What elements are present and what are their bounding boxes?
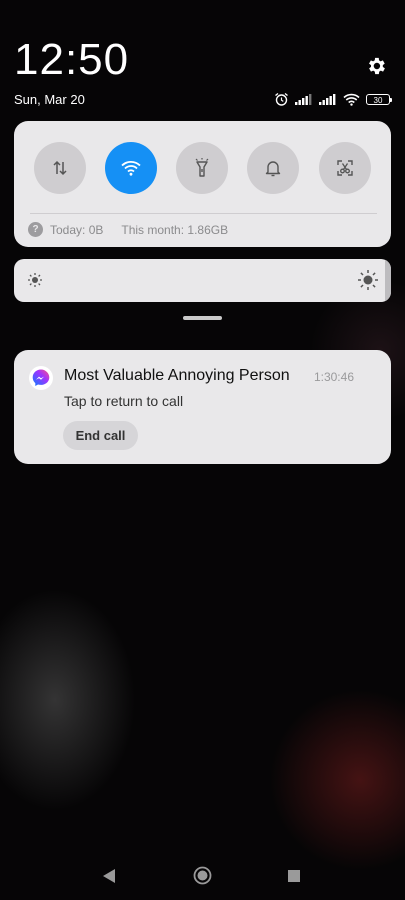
navigation-bar bbox=[0, 855, 405, 895]
mobile-data-icon bbox=[53, 160, 67, 176]
data-usage-month: This month: 1.86GB bbox=[121, 222, 229, 237]
battery-icon: 30 bbox=[366, 93, 392, 105]
notifications-toggle[interactable] bbox=[247, 142, 299, 194]
divider bbox=[30, 213, 377, 214]
help-icon: ? bbox=[28, 222, 43, 237]
alarm-icon bbox=[275, 92, 288, 106]
brightness-high-icon bbox=[358, 270, 378, 290]
quick-settings-panel: ? Today: 0B This month: 1.86GB bbox=[14, 121, 391, 247]
flashlight-icon bbox=[195, 158, 209, 177]
flashlight-toggle[interactable] bbox=[176, 142, 228, 194]
wifi-toggle[interactable] bbox=[105, 142, 157, 194]
signal-icon-sim1 bbox=[295, 93, 312, 105]
data-usage-today: Today: 0B bbox=[50, 222, 104, 237]
bell-icon bbox=[265, 161, 281, 177]
back-icon[interactable] bbox=[102, 868, 116, 884]
mobile-data-toggle[interactable] bbox=[34, 142, 86, 194]
call-duration: 1:30:46 bbox=[313, 370, 354, 384]
screenshot-scissors-icon bbox=[337, 160, 353, 176]
settings-gear-icon[interactable] bbox=[365, 55, 387, 77]
call-notification[interactable]: Most Valuable Annoying Person 1:30:46 Ta… bbox=[14, 350, 391, 464]
status-icons: 30 bbox=[274, 92, 392, 106]
clock: 12:50 bbox=[14, 35, 130, 84]
end-call-button[interactable]: End call bbox=[63, 421, 138, 450]
messenger-icon bbox=[29, 366, 53, 390]
brightness-low-icon bbox=[28, 273, 42, 287]
brightness-thumb[interactable] bbox=[385, 259, 391, 302]
wifi-icon bbox=[121, 161, 141, 176]
recents-icon[interactable] bbox=[288, 870, 300, 882]
signal-icon-sim2 bbox=[319, 93, 336, 105]
date: Sun, Mar 20 bbox=[14, 92, 85, 107]
brightness-slider[interactable] bbox=[14, 259, 391, 302]
drag-handle[interactable] bbox=[183, 316, 222, 320]
data-usage-row[interactable]: ? Today: 0B This month: 1.86GB bbox=[28, 222, 228, 237]
wifi-status-icon bbox=[343, 93, 360, 106]
notification-title: Most Valuable Annoying Person bbox=[64, 367, 290, 384]
screenshot-toggle[interactable] bbox=[319, 142, 371, 194]
home-icon[interactable] bbox=[193, 866, 212, 885]
notification-body: Tap to return to call bbox=[64, 393, 184, 409]
